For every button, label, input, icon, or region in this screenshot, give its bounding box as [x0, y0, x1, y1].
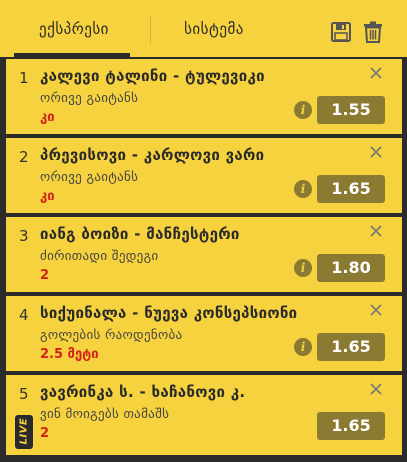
bet-teams: პრევისოვი - კარლოვი ვარი	[40, 146, 265, 164]
close-icon[interactable]	[369, 381, 383, 395]
bet-teams: იანგ ბოიზი - მანჩესტერი	[40, 225, 240, 243]
bet-number: 3	[19, 227, 29, 245]
bet-pick: 2	[40, 268, 50, 283]
bet-pick: 2	[40, 426, 50, 441]
save-icon[interactable]	[330, 20, 352, 44]
bet-teams: სიქუინალა - ნუევა კონსეპსიონი	[40, 304, 298, 322]
bet-item: 4 სიქუინალა - ნუევა კონსეპსიონი გოლების …	[6, 296, 402, 371]
bet-market: ძირითადი შედეგი	[40, 249, 159, 264]
close-icon[interactable]	[369, 223, 383, 237]
live-badge: LIVE	[15, 415, 33, 449]
info-icon[interactable]: i	[294, 259, 312, 277]
tab-system[interactable]: სისტემა	[164, 20, 264, 44]
bet-item: 1 კალევი ტალინი - ტულევიკი ორივე გაიტანს…	[6, 59, 402, 134]
odds-button[interactable]: 1.55	[317, 96, 385, 124]
odds-button[interactable]: 1.65	[317, 412, 385, 440]
bet-market: გოლების რაოდენობა	[40, 328, 183, 343]
close-icon[interactable]	[369, 302, 383, 316]
bet-teams: კალევი ტალინი - ტულევიკი	[40, 67, 265, 85]
bet-market: ორივე გაიტანს	[40, 170, 139, 185]
bet-teams: ვავრინკა ს. - ხაჩანოვი კ.	[40, 383, 246, 401]
odds-button[interactable]: 1.80	[317, 254, 385, 282]
bet-number: 1	[19, 69, 29, 87]
bet-market: ვინ მოიგებს თამაშს	[40, 407, 170, 422]
bet-market: ორივე გაიტანს	[40, 91, 139, 106]
trash-icon[interactable]	[362, 20, 384, 44]
bet-pick: კი	[40, 110, 55, 125]
bet-item: 5 ვავრინკა ს. - ხაჩანოვი კ. ვინ მოიგებს …	[6, 375, 402, 455]
info-icon[interactable]: i	[294, 101, 312, 119]
bet-item: 2 პრევისოვი - კარლოვი ვარი ორივე გაიტანს…	[6, 138, 402, 213]
tab-express[interactable]: ექსპრესი	[20, 20, 128, 44]
bet-item: 3 იანგ ბოიზი - მანჩესტერი ძირითადი შედეგ…	[6, 217, 402, 292]
bet-number: 2	[19, 148, 29, 166]
bet-pick: 2.5 მეტი	[40, 347, 99, 362]
odds-button[interactable]: 1.65	[317, 333, 385, 361]
tab-divider	[150, 16, 151, 44]
bet-number: 5	[19, 385, 29, 403]
active-tab-indicator	[14, 53, 130, 57]
info-icon[interactable]: i	[294, 338, 312, 356]
bet-number: 4	[19, 306, 29, 324]
live-label: LIVE	[18, 417, 30, 445]
bet-pick: კი	[40, 189, 55, 204]
betslip-header: ექსპრესი სისტემა	[0, 0, 407, 57]
info-icon[interactable]: i	[294, 180, 312, 198]
close-icon[interactable]	[369, 65, 383, 79]
close-icon[interactable]	[369, 144, 383, 158]
odds-button[interactable]: 1.65	[317, 175, 385, 203]
